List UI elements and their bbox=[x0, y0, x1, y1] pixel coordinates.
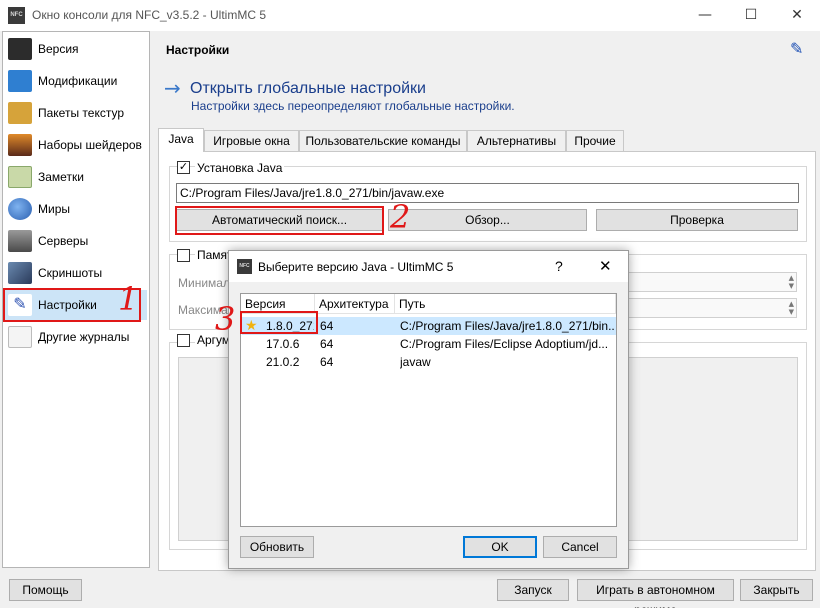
min-memory-label: Минимал bbox=[178, 276, 230, 290]
sidebar-item-label: Другие журналы bbox=[38, 330, 130, 344]
dialog-title: Выберите версию Java - UltimMC 5 bbox=[258, 260, 454, 274]
sidebar-item-label: Модификации bbox=[38, 74, 118, 88]
logs-icon bbox=[8, 326, 32, 348]
sidebar-item-mods[interactable]: Модификации bbox=[5, 66, 147, 96]
browse-button[interactable]: Обзор... bbox=[388, 209, 587, 231]
nfc-icon bbox=[8, 38, 32, 60]
version-cell: 17.0.6 bbox=[266, 337, 300, 351]
window-title: Окно консоли для NFC_v3.5.2 - UltimMC 5 bbox=[32, 8, 267, 22]
sidebar-item-label: Версия bbox=[38, 42, 79, 56]
sidebar-item-label: Скриншоты bbox=[38, 266, 103, 280]
annotation-number-2: 2 bbox=[390, 198, 411, 236]
sidebar-item-label: Заметки bbox=[38, 170, 84, 184]
max-memory-spinbox[interactable]: ▲ ▼ bbox=[619, 298, 797, 318]
min-memory-spinbox[interactable]: ▲ ▼ bbox=[619, 272, 797, 292]
global-settings-subtitle: Настройки здесь переопределяют глобальны… bbox=[191, 99, 515, 113]
launch-button[interactable]: Запуск bbox=[497, 579, 569, 601]
ok-button[interactable]: OK bbox=[463, 536, 537, 558]
path-cell: C:/Program Files/Java/jre1.8.0_271/bin..… bbox=[400, 319, 614, 333]
dialog-app-icon: NFC bbox=[237, 259, 252, 274]
sidebar-item-version[interactable]: Версия bbox=[5, 34, 147, 64]
settings-header-icon: ✎ bbox=[790, 41, 804, 58]
java-version-dialog: NFC Выберите версию Java - UltimMC 5 ? ✕… bbox=[228, 250, 629, 569]
path-cell: javaw bbox=[400, 355, 431, 369]
jvm-args-checkbox[interactable] bbox=[177, 334, 190, 347]
notes-icon bbox=[8, 166, 32, 188]
title-bar: NFC Окно консоли для NFC_v3.5.2 - UltimM… bbox=[0, 0, 820, 31]
help-icon[interactable]: ? bbox=[555, 258, 563, 274]
close-window-button[interactable]: ✕ bbox=[774, 0, 820, 31]
sidebar-item-shader-packs[interactable]: Наборы шейдеров bbox=[5, 130, 147, 160]
table-row[interactable]: 17.0.6 64 C:/Program Files/Eclipse Adopt… bbox=[242, 335, 616, 353]
minimize-button[interactable]: — bbox=[682, 0, 728, 31]
landscape-icon bbox=[8, 134, 32, 156]
version-cell: 21.0.2 bbox=[266, 355, 300, 369]
arch-cell: 64 bbox=[320, 319, 334, 333]
column-header-path[interactable]: Путь bbox=[395, 294, 616, 314]
sidebar-item-texture-packs[interactable]: Пакеты текстур bbox=[5, 98, 147, 128]
annotation-number-1: 1 bbox=[118, 280, 139, 318]
java-install-checkbox[interactable]: ✓ bbox=[177, 161, 190, 174]
tab-game-windows[interactable]: Игровые окна bbox=[204, 130, 299, 151]
table-row[interactable]: 21.0.2 64 javaw bbox=[242, 353, 616, 371]
arch-cell: 64 bbox=[320, 355, 334, 369]
sidebar-item-label: Пакеты текстур bbox=[38, 106, 125, 120]
column-header-architecture[interactable]: Архитектура bbox=[315, 294, 395, 314]
sidebar-item-worlds[interactable]: Миры bbox=[5, 194, 147, 224]
sidebar-item-label: Наборы шейдеров bbox=[38, 138, 142, 152]
globe-icon bbox=[8, 198, 32, 220]
page-title: Настройки bbox=[166, 43, 230, 57]
sidebar-item-other-logs[interactable]: Другие журналы bbox=[5, 322, 147, 352]
close-button[interactable]: Закрыть bbox=[740, 579, 813, 601]
java-install-label: Установка Java bbox=[195, 161, 285, 175]
sidebar-item-notes[interactable]: Заметки bbox=[5, 162, 147, 192]
app-icon: NFC bbox=[8, 7, 25, 24]
tab-custom-commands[interactable]: Пользовательские команды bbox=[299, 130, 467, 151]
tab-java[interactable]: Java bbox=[158, 128, 204, 152]
sidebar-item-label: Миры bbox=[38, 202, 70, 216]
paint-icon bbox=[8, 102, 32, 124]
open-global-settings-link[interactable]: Открыть глобальные настройки bbox=[190, 80, 426, 98]
screenshot-icon bbox=[8, 262, 32, 284]
maximize-button[interactable]: ☐ bbox=[728, 0, 774, 31]
sidebar-item-label: Серверы bbox=[38, 234, 89, 248]
dialog-close-icon[interactable]: ✕ bbox=[599, 257, 612, 275]
server-icon bbox=[8, 230, 32, 252]
play-offline-button[interactable]: Играть в автономном режиме bbox=[577, 579, 734, 608]
annotation-box-2 bbox=[175, 206, 384, 235]
tab-other[interactable]: Прочие bbox=[566, 130, 624, 151]
path-cell: C:/Program Files/Eclipse Adoptium/jd... bbox=[400, 337, 609, 351]
test-button[interactable]: Проверка bbox=[596, 209, 798, 231]
memory-checkbox[interactable] bbox=[177, 249, 190, 262]
puzzle-icon bbox=[8, 70, 32, 92]
annotation-box-3 bbox=[240, 311, 318, 334]
refresh-button[interactable]: Обновить bbox=[240, 536, 314, 558]
java-path-field[interactable]: C:/Program Files/Java/jre1.8.0_271/bin/j… bbox=[176, 183, 799, 203]
dialog-title-bar: NFC Выберите версию Java - UltimMC 5 ? ✕ bbox=[229, 251, 628, 282]
arrow-right-icon: → bbox=[164, 76, 181, 100]
arch-cell: 64 bbox=[320, 337, 334, 351]
cancel-button[interactable]: Cancel bbox=[543, 536, 617, 558]
annotation-number-3: 3 bbox=[215, 300, 236, 338]
sidebar-item-servers[interactable]: Серверы bbox=[5, 226, 147, 256]
help-button[interactable]: Помощь bbox=[9, 579, 82, 601]
tab-alternatives[interactable]: Альтернативы bbox=[467, 130, 566, 151]
